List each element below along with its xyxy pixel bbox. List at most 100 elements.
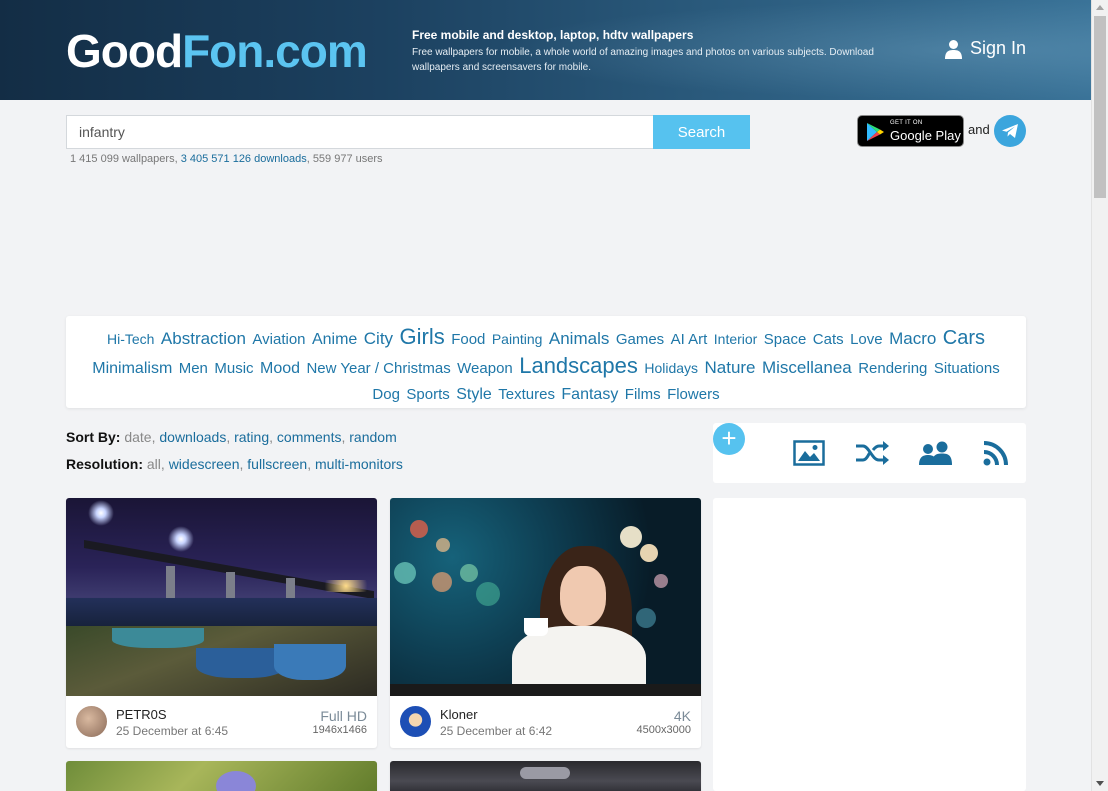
sort-random-link[interactable]: random (349, 429, 396, 445)
image-icon (793, 440, 825, 466)
resolution-row: Resolution: all, widescreen, fullscreen,… (66, 456, 403, 472)
card-resolution: 4500x3000 (636, 724, 691, 736)
sort-by-row: Sort By: date, downloads, rating, commen… (66, 429, 397, 445)
category-link-games[interactable]: Games (616, 331, 664, 348)
sidebar-ad-panel (713, 498, 1026, 791)
category-link-city[interactable]: City (364, 329, 393, 348)
add-wallpaper-button[interactable]: + (713, 423, 745, 455)
random-button[interactable] (855, 437, 889, 469)
avatar[interactable] (400, 706, 431, 737)
users-button[interactable] (919, 437, 953, 469)
site-stats: 1 415 099 wallpapers, 3 405 571 126 down… (70, 153, 383, 165)
wallpaper-card[interactable]: PETR0S 25 December at 6:45 Full HD 1946x… (66, 498, 377, 748)
category-link-sports[interactable]: Sports (406, 386, 449, 403)
and-text: and (968, 122, 990, 137)
sign-in-link[interactable]: Sign In (944, 38, 1026, 59)
tagline-text: Free wallpapers for mobile, a whole worl… (412, 47, 874, 73)
scroll-thumb[interactable] (1094, 16, 1106, 198)
resolution-widescreen-link[interactable]: widescreen (169, 456, 240, 472)
google-play-badge[interactable]: GET IT ON Google Play (857, 115, 964, 147)
tagline-title: Free mobile and desktop, laptop, hdtv wa… (412, 28, 694, 42)
category-link-cars[interactable]: Cars (943, 327, 985, 349)
category-link-love[interactable]: Love (850, 331, 883, 348)
sort-rating-link[interactable]: rating (234, 429, 269, 445)
wallpaper-thumbnail[interactable] (66, 761, 377, 791)
category-link-animals[interactable]: Animals (549, 329, 609, 348)
wallpaper-card[interactable]: Kloner 25 December at 6:42 4K 4500x3000 (390, 498, 701, 748)
card-meta: Kloner 25 December at 6:42 4K 4500x3000 (390, 696, 701, 748)
category-link-fantasy[interactable]: Fantasy (561, 386, 618, 403)
category-link-holidays[interactable]: Holidays (644, 360, 698, 376)
scroll-down-arrow[interactable] (1096, 781, 1104, 786)
category-link-rendering[interactable]: Rendering (858, 360, 927, 377)
scroll-up-arrow[interactable] (1096, 5, 1104, 10)
category-link-food[interactable]: Food (451, 331, 485, 348)
rss-icon (983, 441, 1008, 466)
category-link-interior[interactable]: Interior (714, 331, 758, 347)
category-link-flowers[interactable]: Flowers (667, 386, 720, 403)
add-icon: + (721, 423, 737, 453)
category-link-aviation[interactable]: Aviation (252, 331, 305, 348)
category-link-landscapes[interactable]: Landscapes (519, 353, 638, 378)
search-input[interactable] (66, 115, 654, 149)
category-link-mood[interactable]: Mood (260, 360, 300, 377)
card-resolution: 1946x1466 (312, 724, 367, 736)
category-link-textures[interactable]: Textures (498, 386, 555, 403)
google-play-icon (867, 123, 884, 141)
sort-current: date (124, 429, 152, 445)
category-link-dog[interactable]: Dog (372, 386, 400, 403)
card-date: 25 December at 6:42 (440, 724, 553, 738)
category-link-minimalism[interactable]: Minimalism (92, 360, 172, 377)
category-link-painting[interactable]: Painting (492, 331, 543, 347)
category-link-abstraction[interactable]: Abstraction (161, 329, 246, 348)
site-tagline: Free mobile and desktop, laptop, hdtv wa… (412, 28, 902, 75)
wallpaper-thumbnail[interactable] (390, 761, 701, 791)
category-link-new-year-christmas[interactable]: New Year / Christmas (306, 360, 450, 377)
category-link-situations[interactable]: Situations (934, 360, 1000, 377)
stats-downloads-link[interactable]: 3 405 571 126 downloads (181, 153, 307, 165)
gplay-small-text: GET IT ON (890, 120, 923, 126)
logo-good: Good (66, 25, 183, 77)
resolution-fullscreen-link[interactable]: fullscreen (247, 456, 307, 472)
sort-by-label: Sort By: (66, 429, 121, 445)
category-link-girls[interactable]: Girls (400, 324, 445, 349)
avatar[interactable] (76, 706, 107, 737)
category-link-films[interactable]: Films (625, 386, 661, 403)
resolution-multi-monitors-link[interactable]: multi-monitors (315, 456, 403, 472)
category-link-anime[interactable]: Anime (312, 331, 357, 348)
category-link-weapon[interactable]: Weapon (457, 360, 513, 377)
card-quality: 4K (673, 708, 691, 724)
category-link-nature[interactable]: Nature (704, 358, 755, 377)
category-link-cats[interactable]: Cats (813, 331, 844, 348)
category-link-men[interactable]: Men (179, 360, 208, 377)
category-link-space[interactable]: Space (764, 331, 807, 348)
wallpaper-thumbnail-bridge[interactable] (66, 498, 377, 696)
card-quality: Full HD (320, 708, 367, 724)
category-link-macro[interactable]: Macro (889, 329, 936, 348)
rss-button[interactable] (979, 437, 1013, 469)
category-link-ai-art[interactable]: AI Art (671, 331, 708, 348)
card-author[interactable]: Kloner (440, 707, 478, 722)
telegram-button[interactable] (994, 115, 1026, 147)
wallpaper-card[interactable] (390, 761, 701, 791)
user-icon (945, 39, 962, 59)
sort-comments-link[interactable]: comments (277, 429, 342, 445)
category-cloud: Hi-Tech Abstraction Aviation Anime City … (66, 316, 1026, 408)
category-link-style[interactable]: Style (456, 386, 492, 403)
site-logo[interactable]: GoodFon.com (66, 24, 368, 78)
page-scrollbar[interactable] (1091, 0, 1108, 791)
sort-downloads-link[interactable]: downloads (159, 429, 226, 445)
wallpaper-card[interactable] (66, 761, 377, 791)
card-meta: PETR0S 25 December at 6:45 Full HD 1946x… (66, 696, 377, 748)
category-link-music[interactable]: Music (214, 360, 253, 377)
category-link-hi-tech[interactable]: Hi-Tech (107, 331, 154, 347)
card-author[interactable]: PETR0S (116, 707, 167, 722)
telegram-icon (1002, 124, 1018, 138)
action-toolbar: + (713, 423, 1026, 483)
search-button[interactable]: Search (653, 115, 750, 149)
images-button[interactable] (792, 437, 826, 469)
resolution-label: Resolution: (66, 456, 143, 472)
category-link-miscellanea[interactable]: Miscellanea (762, 358, 852, 377)
wallpaper-thumbnail-girl[interactable] (390, 498, 701, 696)
gplay-big-text: Google Play (890, 128, 961, 143)
